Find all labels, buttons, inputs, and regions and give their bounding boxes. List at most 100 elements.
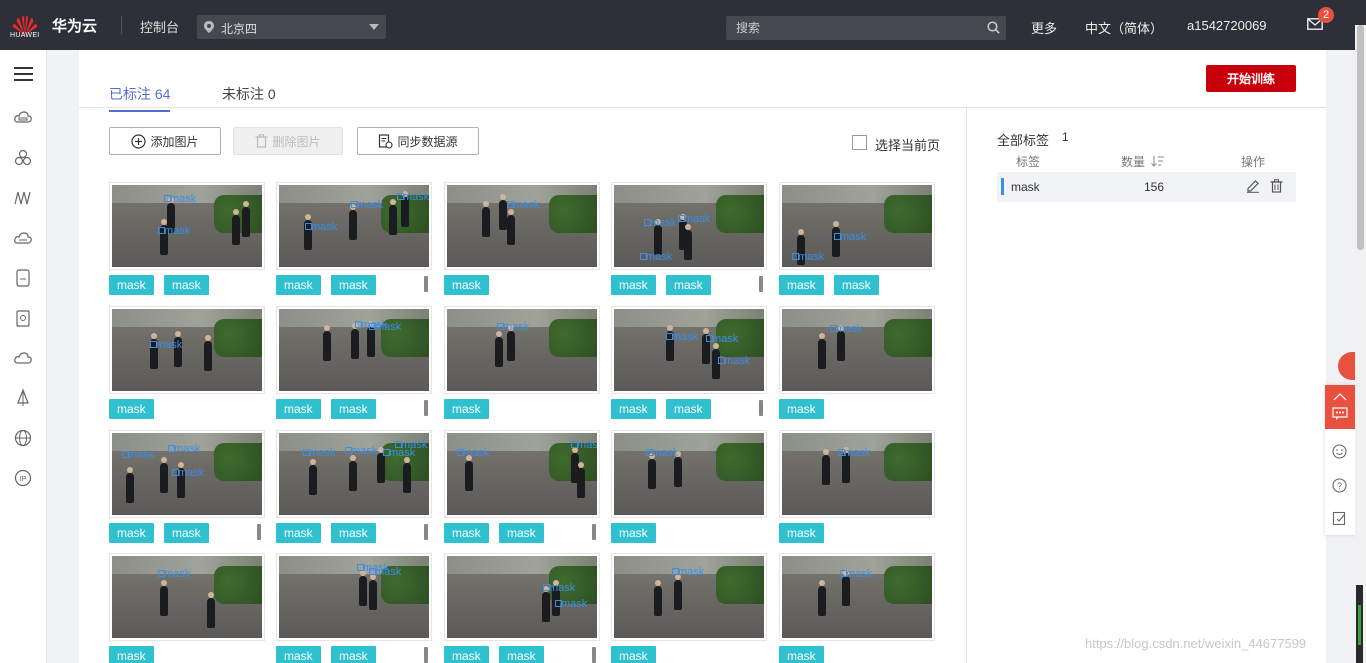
security-icon[interactable] (13, 308, 33, 328)
image-thumbnail[interactable]: mask (444, 306, 600, 394)
image-card[interactable]: maskmaskmaskmask (444, 430, 600, 545)
language-select[interactable]: 中文（简体） (1085, 18, 1163, 37)
image-card[interactable]: mask mask mask mask mask mask (276, 430, 432, 545)
search-box[interactable] (726, 16, 1006, 40)
feedback-icon[interactable] (1332, 511, 1347, 526)
page-scrollbar[interactable] (1355, 25, 1366, 663)
image-thumbnail[interactable]: maskmask (444, 430, 600, 518)
image-card[interactable]: mask mask (444, 306, 600, 421)
image-thumbnail[interactable]: maskmask (779, 182, 935, 270)
image-card[interactable]: mask mask mask mask mask (611, 306, 767, 421)
image-card[interactable]: maskmaskmaskmask (276, 306, 432, 421)
image-thumbnail[interactable]: mask (611, 553, 767, 641)
label-tag[interactable]: mask (331, 275, 376, 295)
storage-icon[interactable] (13, 228, 33, 248)
label-tag[interactable]: mask (109, 275, 154, 295)
image-thumbnail[interactable]: maskmask (276, 553, 432, 641)
image-thumbnail[interactable]: mask mask mask mask (276, 430, 432, 518)
more-tags-indicator[interactable] (424, 647, 428, 663)
label-tag[interactable]: mask (611, 399, 656, 419)
cloud-cluster-icon[interactable] (13, 148, 33, 168)
label-tag[interactable]: mask (611, 646, 656, 663)
more-tags-indicator[interactable] (424, 400, 428, 416)
add-images-button[interactable]: 添加图片 (109, 127, 221, 155)
region-select[interactable]: 北京四 (197, 15, 386, 39)
label-tag[interactable]: mask (276, 399, 321, 419)
image-thumbnail[interactable]: maskmask (444, 553, 600, 641)
menu-icon[interactable] (14, 66, 33, 82)
image-card[interactable]: maskmaskmaskmask (276, 553, 432, 663)
sort-icon[interactable] (1151, 155, 1165, 167)
image-card[interactable]: mask mask mask mask mask (276, 182, 432, 297)
image-card[interactable]: mask mask (611, 430, 767, 545)
scrollbar-thumb[interactable] (1357, 25, 1364, 250)
start-training-button[interactable]: 开始训练 (1206, 65, 1296, 92)
more-tags-indicator[interactable] (592, 524, 596, 540)
image-card[interactable]: mask mask (779, 430, 935, 545)
edit-icon[interactable] (1246, 179, 1260, 193)
image-thumbnail[interactable]: mask mask mask (611, 306, 767, 394)
label-tag[interactable]: mask (499, 646, 544, 663)
sync-source-button[interactable]: 同步数据源 (357, 127, 479, 155)
network-icon[interactable] (13, 188, 33, 208)
label-tag[interactable]: mask (611, 523, 656, 543)
image-card[interactable]: mask mask (779, 306, 935, 421)
help-icon[interactable]: ? (1332, 478, 1347, 493)
sail-icon[interactable] (13, 388, 33, 408)
label-tag[interactable]: mask (444, 275, 489, 295)
delete-images-button[interactable]: 删除图片 (233, 127, 343, 155)
label-tag[interactable]: mask (779, 523, 824, 543)
chat-button[interactable] (1325, 385, 1355, 429)
label-tag[interactable]: mask (666, 399, 711, 419)
image-thumbnail[interactable]: mask (109, 306, 265, 394)
cloud-server-icon[interactable] (13, 108, 33, 128)
image-card[interactable]: mask mask mask mask mask (611, 182, 767, 297)
label-tag[interactable]: mask (834, 275, 879, 295)
more-tags-indicator[interactable] (759, 276, 763, 292)
label-tag[interactable]: mask (331, 399, 376, 419)
label-tag[interactable]: mask (331, 523, 376, 543)
more-tags-indicator[interactable] (424, 524, 428, 540)
image-card[interactable]: mask mask (444, 182, 600, 297)
image-card[interactable]: maskmaskmaskmask (109, 182, 265, 297)
label-tag[interactable]: mask (444, 523, 489, 543)
image-card[interactable]: mask mask (611, 553, 767, 663)
label-tag[interactable]: mask (164, 275, 209, 295)
image-thumbnail[interactable]: mask (779, 430, 935, 518)
label-tag[interactable]: mask (666, 275, 711, 295)
label-tag[interactable]: mask (164, 523, 209, 543)
image-thumbnail[interactable]: mask (109, 553, 265, 641)
more-tags-indicator[interactable] (759, 400, 763, 416)
image-thumbnail[interactable]: mask (444, 182, 600, 270)
image-thumbnail[interactable]: mask (779, 553, 935, 641)
image-card[interactable]: mask mask (109, 553, 265, 663)
image-thumbnail[interactable]: mask mask mask (611, 182, 767, 270)
image-card[interactable]: mask mask mask mask mask (109, 430, 265, 545)
ip-icon[interactable]: IP (13, 468, 33, 488)
label-tag[interactable]: mask (276, 646, 321, 663)
globe-icon[interactable] (13, 428, 33, 448)
tab-unlabeled[interactable]: 未标注 0 (222, 84, 276, 110)
more-tags-indicator[interactable] (257, 524, 261, 540)
select-page-checkbox[interactable] (852, 135, 867, 150)
console-link[interactable]: 控制台 (140, 17, 179, 36)
image-thumbnail[interactable]: mask (611, 430, 767, 518)
image-thumbnail[interactable]: mask mask mask (109, 430, 265, 518)
label-tag[interactable]: mask (109, 523, 154, 543)
user-account[interactable]: a1542720069 (1187, 18, 1267, 33)
label-tag[interactable]: mask (331, 646, 376, 663)
more-menu[interactable]: 更多 (1031, 18, 1057, 37)
label-tag[interactable]: mask (276, 275, 321, 295)
brand-name[interactable]: 华为云 (52, 15, 97, 36)
more-tags-indicator[interactable] (592, 647, 596, 663)
label-tag[interactable]: mask (611, 275, 656, 295)
more-tags-indicator[interactable] (424, 276, 428, 292)
trash-icon[interactable] (1270, 179, 1283, 193)
label-tag[interactable]: mask (779, 646, 824, 663)
image-card[interactable]: mask mask (779, 553, 935, 663)
search-input[interactable] (726, 16, 976, 40)
image-thumbnail[interactable]: mask mask mask (276, 182, 432, 270)
search-icon[interactable] (987, 21, 1000, 34)
label-row[interactable]: mask 156 (997, 172, 1296, 202)
label-tag[interactable]: mask (779, 275, 824, 295)
